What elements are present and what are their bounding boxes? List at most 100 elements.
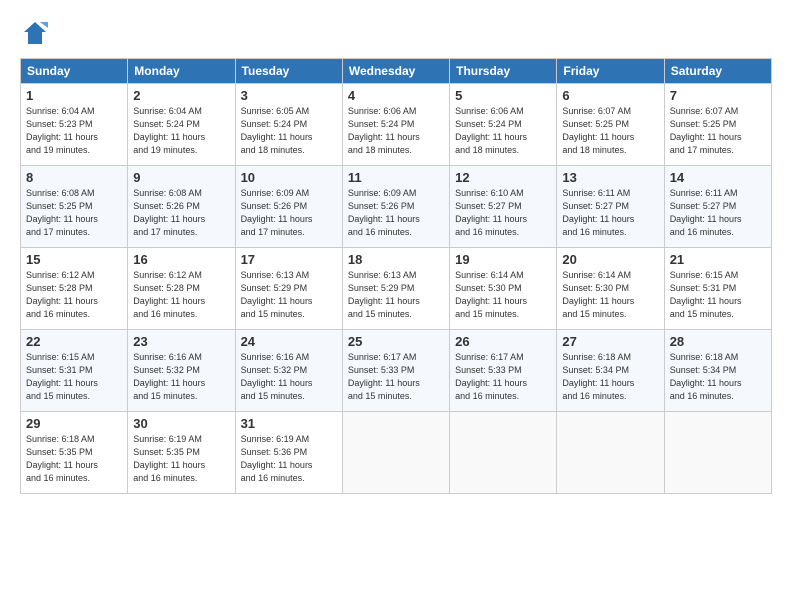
weekday-header-cell: Monday xyxy=(128,59,235,84)
day-info: Sunrise: 6:10 AM Sunset: 5:27 PM Dayligh… xyxy=(455,187,551,239)
calendar-cell: 2 Sunrise: 6:04 AM Sunset: 5:24 PM Daylig… xyxy=(128,84,235,166)
day-info: Sunrise: 6:14 AM Sunset: 5:30 PM Dayligh… xyxy=(455,269,551,321)
day-number: 8 xyxy=(26,170,122,185)
logo xyxy=(20,18,54,48)
day-number: 11 xyxy=(348,170,444,185)
day-number: 1 xyxy=(26,88,122,103)
calendar-cell: 25 Sunrise: 6:17 AM Sunset: 5:33 PM Dayli… xyxy=(342,330,449,412)
day-number: 20 xyxy=(562,252,658,267)
day-info: Sunrise: 6:18 AM Sunset: 5:34 PM Dayligh… xyxy=(562,351,658,403)
day-info: Sunrise: 6:18 AM Sunset: 5:34 PM Dayligh… xyxy=(670,351,766,403)
day-number: 27 xyxy=(562,334,658,349)
day-number: 18 xyxy=(348,252,444,267)
calendar: SundayMondayTuesdayWednesdayThursdayFrid… xyxy=(20,58,772,494)
day-info: Sunrise: 6:17 AM Sunset: 5:33 PM Dayligh… xyxy=(348,351,444,403)
day-number: 13 xyxy=(562,170,658,185)
day-number: 3 xyxy=(241,88,337,103)
calendar-cell: 12 Sunrise: 6:10 AM Sunset: 5:27 PM Dayli… xyxy=(450,166,557,248)
calendar-week-row: 8 Sunrise: 6:08 AM Sunset: 5:25 PM Daylig… xyxy=(21,166,772,248)
calendar-cell: 31Sunrise: 6:19 AM Sunset: 5:36 PM Dayli… xyxy=(235,412,342,494)
day-info: Sunrise: 6:13 AM Sunset: 5:29 PM Dayligh… xyxy=(348,269,444,321)
day-number: 7 xyxy=(670,88,766,103)
day-info: Sunrise: 6:09 AM Sunset: 5:26 PM Dayligh… xyxy=(241,187,337,239)
calendar-cell: 10 Sunrise: 6:09 AM Sunset: 5:26 PM Dayli… xyxy=(235,166,342,248)
calendar-cell: 29 Sunrise: 6:18 AM Sunset: 5:35 PM Dayli… xyxy=(21,412,128,494)
calendar-cell: 7Sunrise: 6:07 AM Sunset: 5:25 PM Daylig… xyxy=(664,84,771,166)
day-number: 9 xyxy=(133,170,229,185)
weekday-header-cell: Tuesday xyxy=(235,59,342,84)
calendar-cell: 9 Sunrise: 6:08 AM Sunset: 5:26 PM Daylig… xyxy=(128,166,235,248)
day-info: Sunrise: 6:18 AM Sunset: 5:35 PM Dayligh… xyxy=(26,433,122,485)
calendar-cell: 21 Sunrise: 6:15 AM Sunset: 5:31 PM Dayli… xyxy=(664,248,771,330)
calendar-cell: 14Sunrise: 6:11 AM Sunset: 5:27 PM Dayli… xyxy=(664,166,771,248)
calendar-cell: 22 Sunrise: 6:15 AM Sunset: 5:31 PM Dayli… xyxy=(21,330,128,412)
day-info: Sunrise: 6:08 AM Sunset: 5:26 PM Dayligh… xyxy=(133,187,229,239)
calendar-cell: 3 Sunrise: 6:05 AM Sunset: 5:24 PM Daylig… xyxy=(235,84,342,166)
day-info: Sunrise: 6:16 AM Sunset: 5:32 PM Dayligh… xyxy=(241,351,337,403)
day-number: 29 xyxy=(26,416,122,431)
calendar-week-row: 15 Sunrise: 6:12 AM Sunset: 5:28 PM Dayli… xyxy=(21,248,772,330)
day-number: 5 xyxy=(455,88,551,103)
day-info: Sunrise: 6:07 AM Sunset: 5:25 PM Dayligh… xyxy=(562,105,658,157)
day-info: Sunrise: 6:04 AM Sunset: 5:24 PM Dayligh… xyxy=(133,105,229,157)
calendar-cell: 13Sunrise: 6:11 AM Sunset: 5:27 PM Dayli… xyxy=(557,166,664,248)
day-number: 26 xyxy=(455,334,551,349)
day-number: 4 xyxy=(348,88,444,103)
header xyxy=(20,18,772,48)
day-info: Sunrise: 6:04 AM Sunset: 5:23 PM Dayligh… xyxy=(26,105,122,157)
day-info: Sunrise: 6:06 AM Sunset: 5:24 PM Dayligh… xyxy=(348,105,444,157)
calendar-body: 1 Sunrise: 6:04 AM Sunset: 5:23 PM Daylig… xyxy=(21,84,772,494)
calendar-cell: 6 Sunrise: 6:07 AM Sunset: 5:25 PM Daylig… xyxy=(557,84,664,166)
calendar-cell: 30 Sunrise: 6:19 AM Sunset: 5:35 PM Dayli… xyxy=(128,412,235,494)
day-number: 24 xyxy=(241,334,337,349)
day-number: 14 xyxy=(670,170,766,185)
calendar-week-row: 22 Sunrise: 6:15 AM Sunset: 5:31 PM Dayli… xyxy=(21,330,772,412)
weekday-header-cell: Sunday xyxy=(21,59,128,84)
calendar-week-row: 1 Sunrise: 6:04 AM Sunset: 5:23 PM Daylig… xyxy=(21,84,772,166)
calendar-cell: 17Sunrise: 6:13 AM Sunset: 5:29 PM Dayli… xyxy=(235,248,342,330)
day-number: 15 xyxy=(26,252,122,267)
day-number: 28 xyxy=(670,334,766,349)
day-number: 10 xyxy=(241,170,337,185)
day-info: Sunrise: 6:08 AM Sunset: 5:25 PM Dayligh… xyxy=(26,187,122,239)
weekday-header-cell: Wednesday xyxy=(342,59,449,84)
day-info: Sunrise: 6:17 AM Sunset: 5:33 PM Dayligh… xyxy=(455,351,551,403)
calendar-cell: 20Sunrise: 6:14 AM Sunset: 5:30 PM Dayli… xyxy=(557,248,664,330)
day-number: 22 xyxy=(26,334,122,349)
weekday-header-cell: Friday xyxy=(557,59,664,84)
day-number: 16 xyxy=(133,252,229,267)
day-number: 6 xyxy=(562,88,658,103)
calendar-cell xyxy=(342,412,449,494)
day-number: 12 xyxy=(455,170,551,185)
day-info: Sunrise: 6:15 AM Sunset: 5:31 PM Dayligh… xyxy=(670,269,766,321)
calendar-cell xyxy=(450,412,557,494)
calendar-cell: 1 Sunrise: 6:04 AM Sunset: 5:23 PM Daylig… xyxy=(21,84,128,166)
day-info: Sunrise: 6:13 AM Sunset: 5:29 PM Dayligh… xyxy=(241,269,337,321)
day-number: 2 xyxy=(133,88,229,103)
calendar-cell: 8 Sunrise: 6:08 AM Sunset: 5:25 PM Daylig… xyxy=(21,166,128,248)
calendar-cell: 4 Sunrise: 6:06 AM Sunset: 5:24 PM Daylig… xyxy=(342,84,449,166)
day-info: Sunrise: 6:15 AM Sunset: 5:31 PM Dayligh… xyxy=(26,351,122,403)
day-number: 21 xyxy=(670,252,766,267)
day-info: Sunrise: 6:12 AM Sunset: 5:28 PM Dayligh… xyxy=(133,269,229,321)
weekday-header-row: SundayMondayTuesdayWednesdayThursdayFrid… xyxy=(21,59,772,84)
calendar-cell: 18 Sunrise: 6:13 AM Sunset: 5:29 PM Dayli… xyxy=(342,248,449,330)
day-info: Sunrise: 6:09 AM Sunset: 5:26 PM Dayligh… xyxy=(348,187,444,239)
calendar-cell xyxy=(557,412,664,494)
day-number: 23 xyxy=(133,334,229,349)
calendar-cell: 16 Sunrise: 6:12 AM Sunset: 5:28 PM Dayli… xyxy=(128,248,235,330)
day-info: Sunrise: 6:19 AM Sunset: 5:35 PM Dayligh… xyxy=(133,433,229,485)
weekday-header-cell: Saturday xyxy=(664,59,771,84)
calendar-cell: 5Sunrise: 6:06 AM Sunset: 5:24 PM Daylig… xyxy=(450,84,557,166)
calendar-cell: 24 Sunrise: 6:16 AM Sunset: 5:32 PM Dayli… xyxy=(235,330,342,412)
calendar-cell: 11 Sunrise: 6:09 AM Sunset: 5:26 PM Dayli… xyxy=(342,166,449,248)
calendar-cell: 19 Sunrise: 6:14 AM Sunset: 5:30 PM Dayli… xyxy=(450,248,557,330)
calendar-cell: 27 Sunrise: 6:18 AM Sunset: 5:34 PM Dayli… xyxy=(557,330,664,412)
day-number: 30 xyxy=(133,416,229,431)
day-number: 19 xyxy=(455,252,551,267)
day-info: Sunrise: 6:19 AM Sunset: 5:36 PM Dayligh… xyxy=(241,433,337,485)
day-info: Sunrise: 6:05 AM Sunset: 5:24 PM Dayligh… xyxy=(241,105,337,157)
calendar-cell xyxy=(664,412,771,494)
day-info: Sunrise: 6:16 AM Sunset: 5:32 PM Dayligh… xyxy=(133,351,229,403)
day-number: 25 xyxy=(348,334,444,349)
